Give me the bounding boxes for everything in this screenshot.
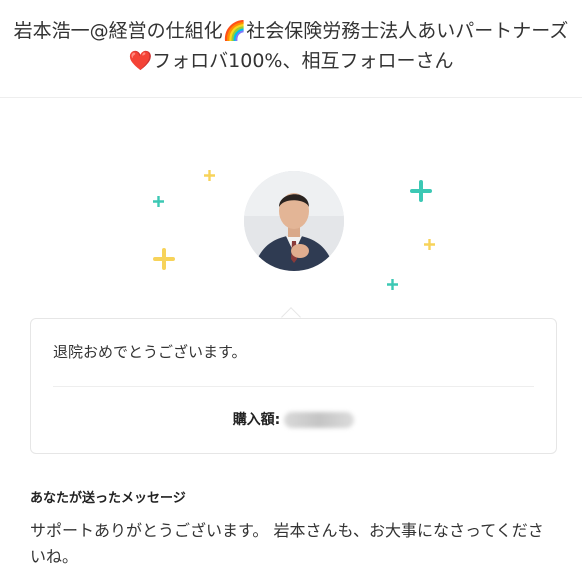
sparkle-icon (153, 196, 164, 207)
support-message: 退院おめでとうございます。 (53, 343, 247, 361)
sparkle-icon (410, 180, 432, 202)
blurred-amount (284, 412, 355, 428)
support-message-card: 退院おめでとうございます。 購入額: (30, 318, 557, 454)
sparkle-icon (204, 170, 215, 181)
purchase-amount: 購入額: (31, 409, 556, 429)
avatar (244, 171, 344, 271)
sent-message-body: サポートありがとうございます。 岩本さんも、お大事になさってくださいね。 (30, 521, 544, 566)
divider (53, 386, 534, 387)
header: 岩本浩一@経営の仕組化🌈社会保険労務士法人あいパートナーズ❤️フォロバ100%、… (0, 0, 582, 98)
page-title: 岩本浩一@経営の仕組化🌈社会保険労務士法人あいパートナーズ❤️フォロバ100%、… (13, 20, 569, 72)
purchase-amount-label: 購入額: (232, 412, 281, 428)
avatar-photo (244, 171, 344, 271)
sparkle-icon (153, 248, 175, 270)
sparkle-icon (387, 279, 398, 290)
sent-message-heading: あなたが送ったメッセージ (30, 491, 186, 506)
sparkle-icon (424, 239, 435, 250)
